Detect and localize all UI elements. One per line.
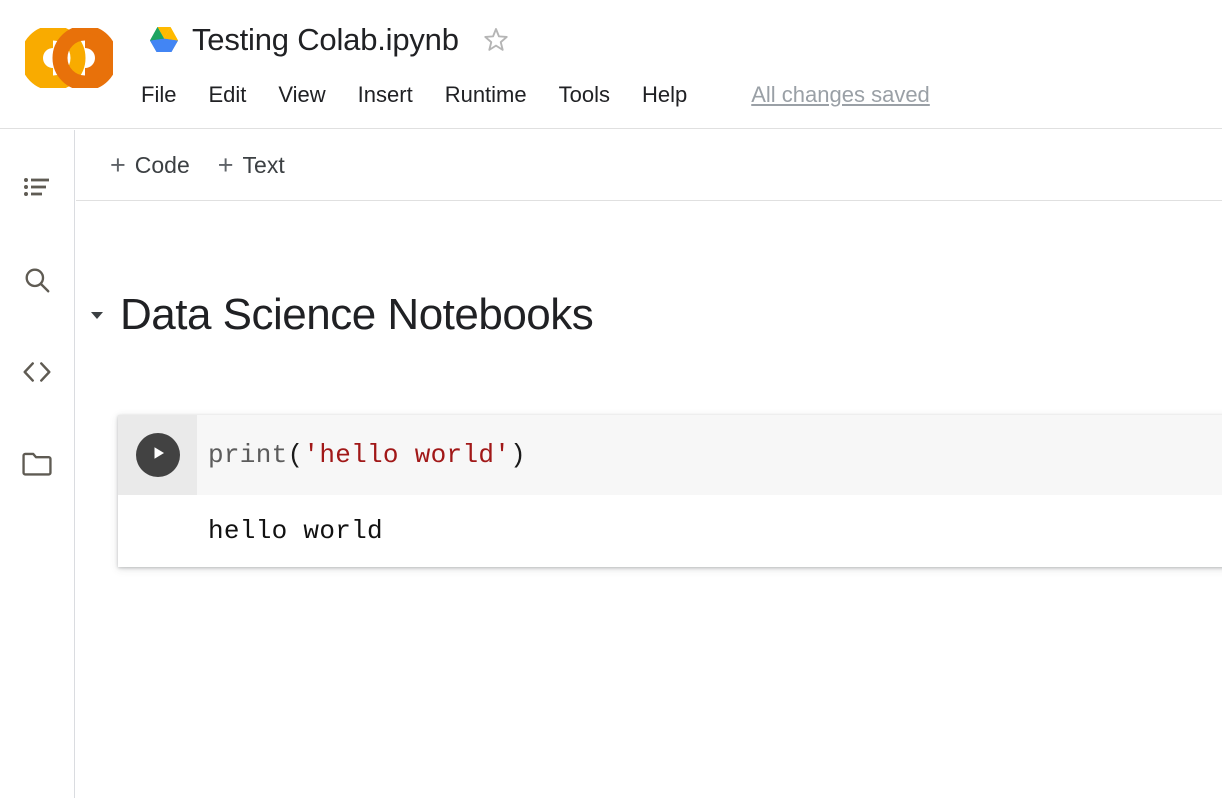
folder-icon [21, 450, 53, 478]
document-title-row: Testing Colab.ipynb [144, 14, 511, 66]
section-header: Data Science Notebooks [86, 289, 593, 341]
menu-item-file[interactable]: File [141, 80, 176, 110]
google-drive-icon [144, 20, 184, 60]
add-text-cell-label: Text [243, 152, 285, 179]
menu-item-help[interactable]: Help [642, 80, 687, 110]
code-cell[interactable]: print('hello world') hello world [118, 415, 1222, 567]
menu-item-view[interactable]: View [278, 80, 325, 110]
sidebar-item-code-snippets[interactable] [0, 344, 74, 400]
code-cell-input[interactable]: print('hello world') [118, 415, 1222, 495]
menu-item-tools[interactable]: Tools [559, 80, 610, 110]
add-code-cell-label: Code [135, 152, 190, 179]
code-editor-area[interactable]: print('hello world') [197, 415, 1222, 495]
code-token-function: print [208, 440, 288, 470]
colab-logo[interactable] [25, 28, 113, 88]
menu-bar: File Edit View Insert Runtime Tools Help… [141, 80, 930, 110]
colab-app-window: Testing Colab.ipynb File Edit View Inser… [0, 0, 1222, 798]
menu-item-edit[interactable]: Edit [208, 80, 246, 110]
notebook-body: Data Science Notebooks print('hello worl… [76, 201, 1222, 798]
save-status-link[interactable]: All changes saved [751, 80, 930, 110]
play-icon [148, 443, 168, 468]
add-code-cell-button[interactable]: + Code [110, 152, 190, 179]
app-header: Testing Colab.ipynb File Edit View Inser… [0, 0, 1222, 129]
code-cell-gutter [118, 415, 197, 495]
code-snippets-icon [21, 357, 53, 387]
code-token-string: 'hello world' [303, 440, 510, 470]
code-line: print('hello world') [208, 438, 526, 472]
left-sidebar [0, 130, 75, 798]
sidebar-item-search[interactable] [0, 252, 74, 308]
plus-icon: + [218, 152, 234, 179]
chevron-down-icon[interactable] [86, 304, 108, 326]
cell-output-text: hello world [208, 514, 383, 548]
table-of-contents-icon [23, 174, 51, 202]
search-icon [22, 265, 52, 295]
star-outline-icon[interactable] [481, 25, 511, 55]
sidebar-item-table-of-contents[interactable] [0, 160, 74, 216]
run-cell-button[interactable] [136, 433, 180, 477]
add-text-cell-button[interactable]: + Text [218, 152, 285, 179]
code-cell-output: hello world [118, 495, 1222, 567]
code-token-close-paren: ) [510, 440, 526, 470]
notebook-toolbar: + Code + Text [76, 130, 1222, 201]
code-token-open-paren: ( [288, 440, 304, 470]
document-title[interactable]: Testing Colab.ipynb [192, 20, 459, 60]
sidebar-item-files[interactable] [0, 436, 74, 492]
menu-item-runtime[interactable]: Runtime [445, 80, 527, 110]
section-title[interactable]: Data Science Notebooks [120, 289, 593, 341]
menu-item-insert[interactable]: Insert [358, 80, 413, 110]
plus-icon: + [110, 152, 126, 179]
